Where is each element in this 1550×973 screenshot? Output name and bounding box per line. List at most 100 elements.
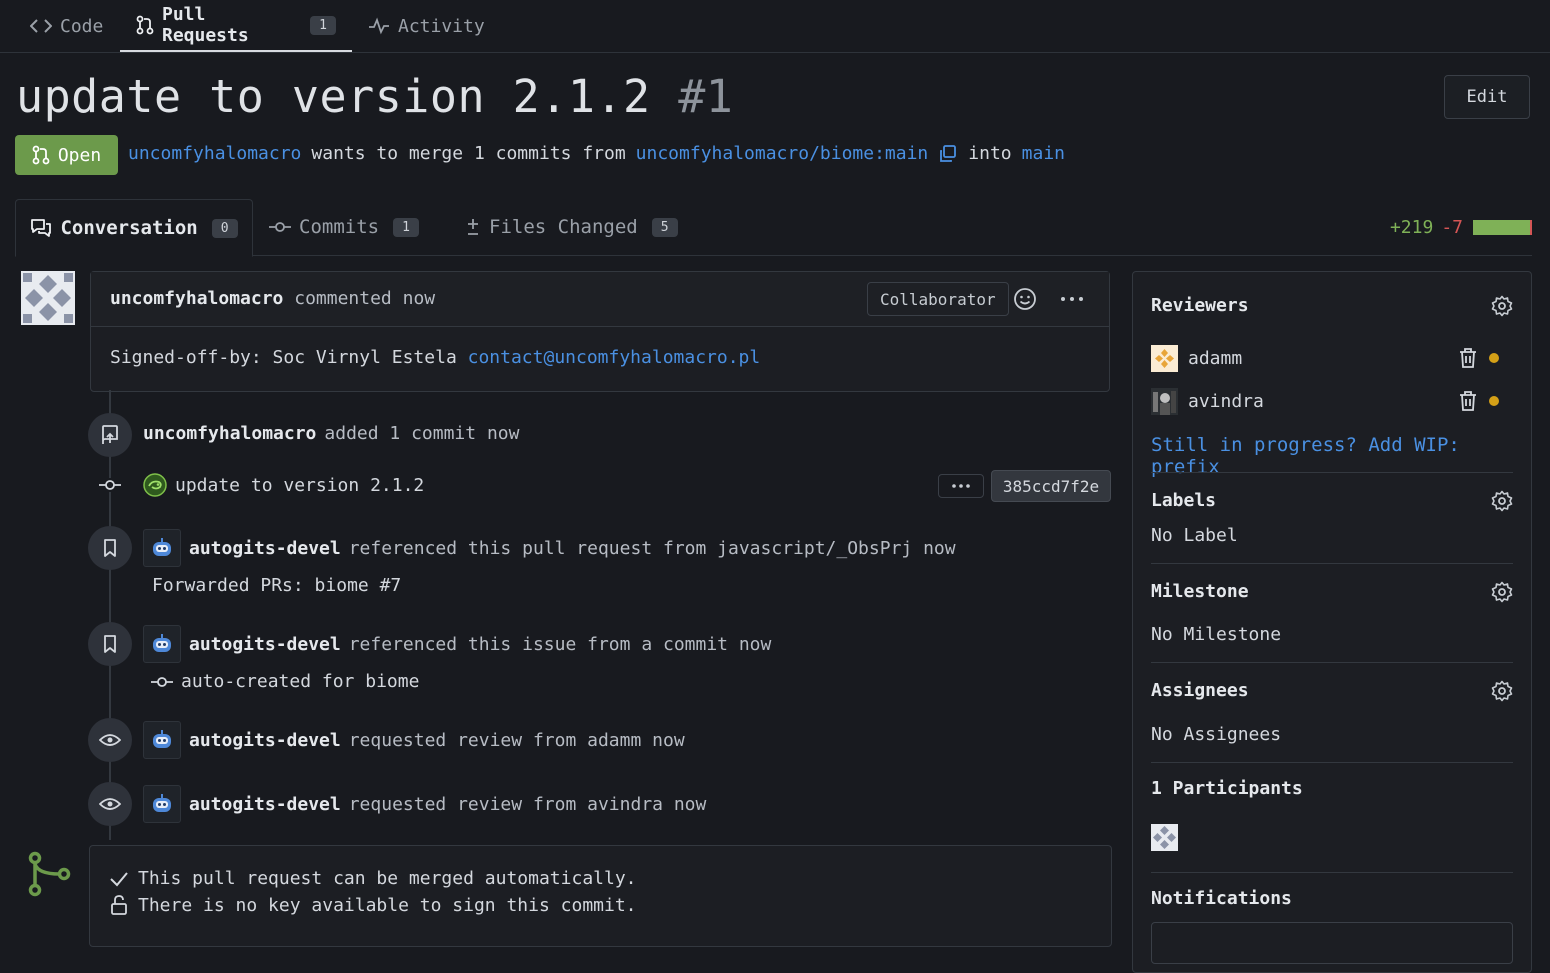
merge-line-2: There is no key available to sign this c… [138, 894, 637, 916]
merge-text: wants to merge 1 commits from [311, 143, 626, 164]
pull-request-icon [136, 15, 154, 35]
review2-actor[interactable]: autogits-devel [189, 794, 341, 815]
timeline-ref-pr: autogits-devel referenced this pull requ… [143, 529, 956, 567]
tab-commits[interactable]: Commits 1 [269, 199, 419, 255]
repo-nav: Code Pull Requests 1 Activity [0, 0, 1550, 53]
push-actor[interactable]: uncomfyhalomacro [143, 423, 316, 444]
milestone-title: Milestone [1151, 581, 1249, 602]
participant-avatar[interactable] [1151, 824, 1178, 851]
author-link[interactable]: uncomfyhalomacro [128, 143, 301, 164]
bot-avatar[interactable] [143, 625, 181, 663]
deletions-count: -7 [1441, 217, 1463, 238]
gear-icon[interactable] [1491, 295, 1513, 317]
pr-title: update to version 2.1.2 #1 [16, 70, 733, 123]
comment-text: Signed-off-by: Soc Virnyl Estela [110, 347, 457, 368]
assignees-value: No Assignees [1151, 724, 1282, 745]
comment-author[interactable]: uncomfyhalomacro [110, 288, 283, 309]
bookmark-icon [88, 622, 132, 666]
timeline-push: uncomfyhalomacro added 1 commit now [143, 423, 519, 444]
timeline-ref-commit: autogits-devel referenced this issue fro… [143, 625, 771, 663]
avatar[interactable] [1151, 387, 1178, 415]
avatar[interactable] [1151, 344, 1178, 372]
commit-author-avatar[interactable] [143, 473, 167, 497]
comment-action: commented now [294, 288, 436, 309]
sign-key-row: There is no key available to sign this c… [108, 894, 637, 916]
tab-activity[interactable]: Activity [368, 0, 485, 52]
ref1-text: referenced this pull request from javasc… [348, 537, 956, 559]
status-badge: Open [15, 135, 118, 175]
ref1-detail[interactable]: Forwarded PRs: biome #7 [152, 575, 401, 596]
pending-status-dot [1489, 353, 1499, 363]
comment-header: uncomfyhalomacro commented now Collabora… [91, 272, 1109, 327]
ref1-actor[interactable]: autogits-devel [189, 538, 341, 559]
commit-sha[interactable]: 385ccd7f2e [991, 470, 1111, 502]
review1-actor[interactable]: autogits-devel [189, 730, 341, 751]
files-changed-count: 5 [651, 217, 678, 237]
ref1-detail-row: Forwarded PRs: biome #7 [152, 575, 401, 596]
trash-icon[interactable] [1459, 390, 1477, 412]
avatar[interactable] [21, 271, 75, 325]
copy-icon[interactable] [938, 144, 958, 164]
ref2-text: referenced this issue from a commit now [348, 633, 772, 655]
tab-activity-label: Activity [398, 15, 485, 37]
source-branch-link[interactable]: uncomfyhalomacro/biome:main [636, 143, 929, 164]
diffstat-deletions-fill [1530, 220, 1532, 235]
kebab-menu-icon[interactable] [1059, 287, 1085, 311]
comment-email-link[interactable]: contact@uncomfyhalomacro.pl [468, 347, 761, 368]
tab-pull-requests-label: Pull Requests [162, 4, 249, 46]
edit-button[interactable]: Edit [1444, 75, 1530, 119]
tab-files-changed[interactable]: Files Changed 5 [465, 199, 678, 255]
gear-icon[interactable] [1491, 680, 1513, 702]
tab-conversation[interactable]: Conversation 0 [15, 199, 253, 257]
trash-icon[interactable] [1459, 347, 1477, 369]
diffstat: +219 -7 [1390, 217, 1532, 238]
divider [1151, 662, 1513, 663]
commit-message[interactable]: update to version 2.1.2 [175, 475, 424, 496]
unlock-icon [108, 894, 130, 916]
tab-conversation-label: Conversation [60, 217, 198, 239]
labels-title: Labels [1151, 490, 1217, 511]
ref2-actor[interactable]: autogits-devel [189, 634, 341, 655]
tab-code-label: Code [60, 15, 104, 37]
bot-avatar[interactable] [143, 785, 181, 823]
notifications-title: Notifications [1151, 888, 1292, 909]
divider [1151, 762, 1513, 763]
comment-meta: uncomfyhalomacro commented now [110, 288, 435, 309]
gear-icon[interactable] [1491, 490, 1513, 512]
tab-pull-requests[interactable]: Pull Requests 1 [120, 0, 352, 52]
timeline-review-request-1: autogits-devel requested review from ada… [143, 721, 685, 759]
tab-commits-label: Commits [299, 216, 380, 238]
reviewer-name[interactable]: avindra [1188, 391, 1264, 412]
bot-avatar[interactable] [143, 721, 181, 759]
divider [1151, 563, 1513, 564]
into-text: into [968, 143, 1012, 164]
pr-meta: uncomfyhalomacro wants to merge 1 commit… [128, 143, 1065, 164]
push-text: added 1 commit now [324, 423, 520, 444]
assignees-section: Assignees [1151, 680, 1513, 702]
reviewer-row: adamm [1151, 343, 1513, 373]
commit-more-button[interactable] [938, 474, 984, 498]
eye-icon [88, 782, 132, 826]
timeline-review-request-2: autogits-devel requested review from avi… [143, 785, 706, 823]
notifications-button[interactable] [1151, 922, 1513, 964]
merge-check-row: This pull request can be merged automati… [108, 868, 637, 889]
gear-icon[interactable] [1491, 581, 1513, 603]
diffstat-bar [1473, 220, 1532, 235]
tab-code[interactable]: Code [30, 0, 103, 52]
commits-count: 1 [393, 217, 419, 237]
smiley-icon[interactable] [1013, 287, 1037, 311]
target-branch-link[interactable]: main [1022, 143, 1065, 164]
ref2-detail[interactable]: auto-created for biome [181, 671, 419, 692]
status-label: Open [57, 144, 102, 166]
diff-icon [465, 217, 481, 237]
timeline-line [109, 390, 111, 840]
ref2-detail-row: auto-created for biome [151, 671, 419, 692]
milestone-value: No Milestone [1151, 624, 1282, 645]
participants-section: 1 Participants [1151, 778, 1513, 799]
merge-status-box: This pull request can be merged automati… [89, 845, 1112, 947]
pr-number: #1 [678, 70, 734, 123]
reviewer-name[interactable]: adamm [1188, 348, 1242, 369]
bot-avatar[interactable] [143, 529, 181, 567]
divider [1151, 872, 1513, 873]
pull-requests-count: 1 [310, 15, 336, 35]
